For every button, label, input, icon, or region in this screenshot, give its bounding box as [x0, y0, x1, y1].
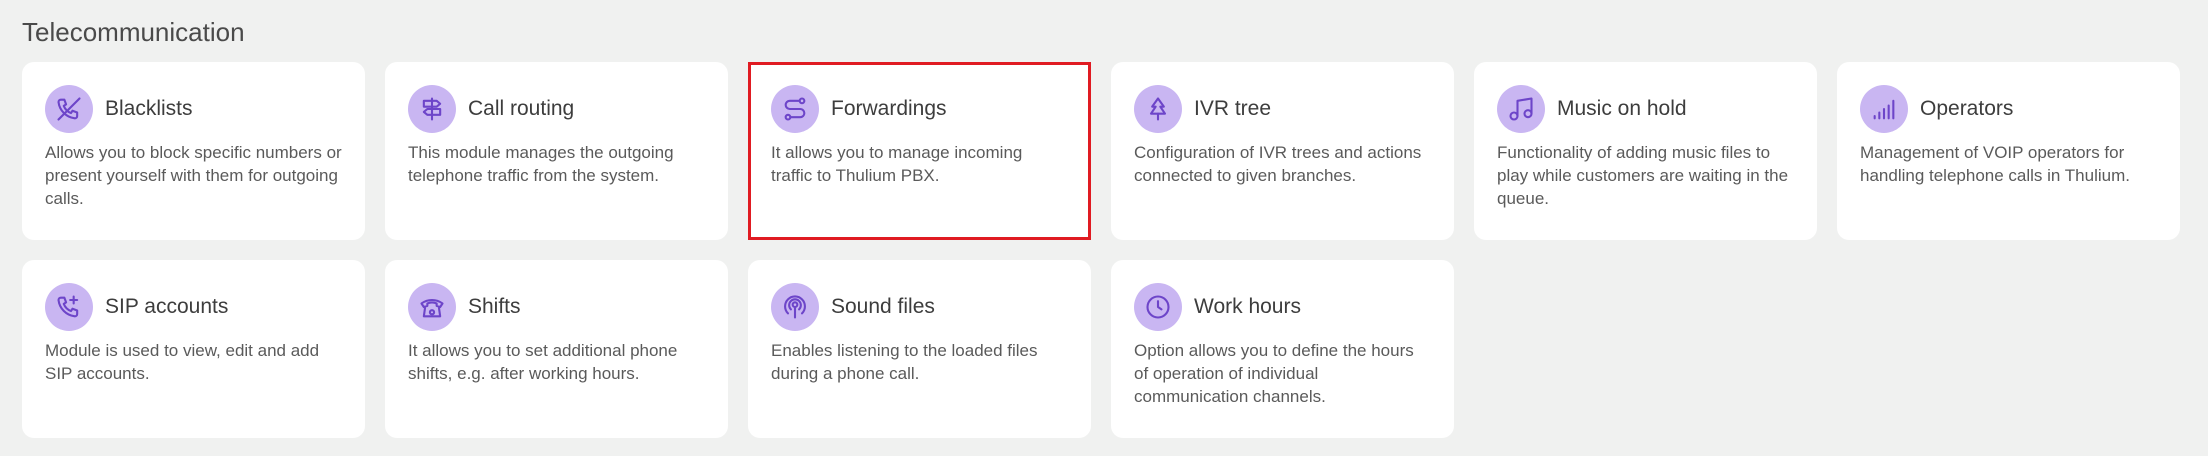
card-title: Shifts	[468, 295, 521, 318]
card-title: Work hours	[1194, 295, 1301, 318]
card-header: Blacklists	[45, 85, 342, 133]
card-sip-accounts[interactable]: SIP accounts Module is used to view, edi…	[22, 260, 365, 438]
route-icon	[771, 85, 819, 133]
card-description: This module manages the outgoing telepho…	[408, 143, 674, 185]
card-work-hours[interactable]: Work hours Option allows you to define t…	[1111, 260, 1454, 438]
card-header: Shifts	[408, 283, 705, 331]
card-header: Forwardings	[771, 85, 1068, 133]
card-title: Sound files	[831, 295, 935, 318]
card-description: Management of VOIP operators for handlin…	[1860, 143, 2130, 185]
card-music-on-hold[interactable]: Music on hold Functionality of adding mu…	[1474, 62, 1817, 240]
card-title: Call routing	[468, 97, 575, 120]
clock-icon	[1134, 283, 1182, 331]
card-title: Music on hold	[1557, 97, 1687, 120]
music-note-icon	[1497, 85, 1545, 133]
card-description: It allows you to set additional phone sh…	[408, 341, 678, 383]
signpost-icon	[408, 85, 456, 133]
card-operators[interactable]: Operators Management of VOIP operators f…	[1837, 62, 2180, 240]
card-sound-files[interactable]: Sound files Enables listening to the loa…	[748, 260, 1091, 438]
card-shifts[interactable]: Shifts It allows you to set additional p…	[385, 260, 728, 438]
card-blacklists[interactable]: Blacklists Allows you to block specific …	[22, 62, 365, 240]
module-grid: Blacklists Allows you to block specific …	[22, 62, 2180, 438]
card-title: IVR tree	[1194, 97, 1272, 120]
phone-plus-icon	[45, 283, 93, 331]
desk-phone-icon	[408, 283, 456, 331]
card-title: Forwardings	[831, 97, 947, 120]
card-description: Enables listening to the loaded files du…	[771, 341, 1038, 383]
card-header: IVR tree	[1134, 85, 1431, 133]
card-header: Operators	[1860, 85, 2157, 133]
card-header: Music on hold	[1497, 85, 1794, 133]
card-title: SIP accounts	[105, 295, 229, 318]
card-forwardings[interactable]: Forwardings It allows you to manage inco…	[748, 62, 1091, 240]
card-ivr-tree[interactable]: IVR tree Configuration of IVR trees and …	[1111, 62, 1454, 240]
card-description: Configuration of IVR trees and actions c…	[1134, 143, 1422, 185]
card-header: Call routing	[408, 85, 705, 133]
podcast-icon	[771, 283, 819, 331]
tree-icon	[1134, 85, 1182, 133]
card-title: Operators	[1920, 97, 2014, 120]
signal-bars-icon	[1860, 85, 1908, 133]
card-call-routing[interactable]: Call routing This module manages the out…	[385, 62, 728, 240]
card-description: Module is used to view, edit and add SIP…	[45, 341, 320, 383]
card-description: It allows you to manage incoming traffic…	[771, 143, 1023, 185]
card-description: Option allows you to define the hours of…	[1134, 341, 1414, 406]
section-title: Telecommunication	[22, 17, 245, 47]
card-description: Functionality of adding music files to p…	[1497, 143, 1789, 208]
card-title: Blacklists	[105, 97, 193, 120]
card-header: Work hours	[1134, 283, 1431, 331]
card-header: SIP accounts	[45, 283, 342, 331]
card-header: Sound files	[771, 283, 1068, 331]
phone-blocked-icon	[45, 85, 93, 133]
card-description: Allows you to block specific numbers or …	[45, 143, 342, 208]
